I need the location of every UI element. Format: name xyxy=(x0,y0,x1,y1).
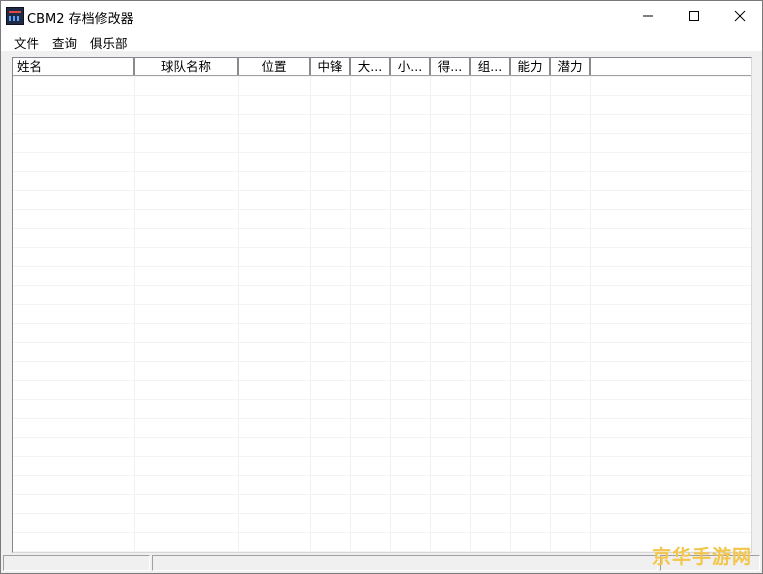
watermark-text: 京华手游网 xyxy=(652,546,753,568)
column-header-center[interactable]: 中锋 xyxy=(311,58,351,75)
status-bar xyxy=(1,553,762,573)
grid-row-line xyxy=(13,513,751,514)
grid-row-line xyxy=(13,247,751,248)
grid-row-line xyxy=(13,418,751,419)
close-icon xyxy=(734,10,746,22)
grid-column-line xyxy=(350,76,351,552)
column-header-ability[interactable]: 能力 xyxy=(511,58,551,75)
menu-query[interactable]: 查询 xyxy=(52,33,77,52)
grid-row-line xyxy=(13,304,751,305)
grid-row-line xyxy=(13,95,751,96)
grid-row-line xyxy=(13,494,751,495)
grid-row-line xyxy=(13,76,751,77)
grid-row-line xyxy=(13,551,751,552)
grid-row-line xyxy=(13,532,751,533)
app-icon[interactable] xyxy=(6,7,24,25)
minimize-icon xyxy=(643,15,653,17)
grid-column-line xyxy=(590,76,591,552)
grid-column-line xyxy=(238,76,239,552)
grid-column-line xyxy=(134,76,135,552)
grid-row-line xyxy=(13,399,751,400)
grid-row-line xyxy=(13,323,751,324)
main-window: CBM2 存档修改器 文件 查询 俱乐部 姓名 球队名称 位置 中锋 大... … xyxy=(0,0,763,574)
menu-bar: 文件 查询 俱乐部 xyxy=(1,31,762,51)
menu-club[interactable]: 俱乐部 xyxy=(90,33,128,52)
grid-row-line xyxy=(13,228,751,229)
grid-column-line xyxy=(470,76,471,552)
grid-row-line xyxy=(13,171,751,172)
grid-row-line xyxy=(13,152,751,153)
grid-row-line xyxy=(13,285,751,286)
list-header: 姓名 球队名称 位置 中锋 大... 小... 得... 组... 能力 潜力 xyxy=(13,58,751,76)
close-button[interactable] xyxy=(717,1,763,31)
column-header-playmaking[interactable]: 组... xyxy=(471,58,511,75)
grid-row-line xyxy=(13,456,751,457)
status-pane-1 xyxy=(3,555,150,571)
maximize-button[interactable] xyxy=(671,1,717,31)
grid-column-line xyxy=(430,76,431,552)
column-header-potential[interactable]: 潜力 xyxy=(551,58,591,75)
column-header-scoring[interactable]: 得... xyxy=(431,58,471,75)
status-pane-2 xyxy=(152,555,658,571)
grid-row-line xyxy=(13,133,751,134)
column-header-position[interactable]: 位置 xyxy=(239,58,311,75)
menu-file[interactable]: 文件 xyxy=(14,33,39,52)
column-header-small[interactable]: 小... xyxy=(391,58,431,75)
grid-row-line xyxy=(13,266,751,267)
grid-row-line xyxy=(13,190,751,191)
grid-column-line xyxy=(390,76,391,552)
grid-column-line xyxy=(310,76,311,552)
grid-row-line xyxy=(13,380,751,381)
grid-row-line xyxy=(13,437,751,438)
minimize-button[interactable] xyxy=(625,1,671,31)
grid-row-line xyxy=(13,342,751,343)
window-title: CBM2 存档修改器 xyxy=(27,12,134,27)
column-header-big[interactable]: 大... xyxy=(351,58,391,75)
maximize-icon xyxy=(689,11,699,21)
grid-row-line xyxy=(13,361,751,362)
column-header-team[interactable]: 球队名称 xyxy=(135,58,239,75)
title-bar[interactable]: CBM2 存档修改器 xyxy=(1,1,762,31)
grid-column-line xyxy=(550,76,551,552)
grid-row-line xyxy=(13,475,751,476)
grid-row-line xyxy=(13,209,751,210)
grid-column-line xyxy=(510,76,511,552)
player-list-view[interactable]: 姓名 球队名称 位置 中锋 大... 小... 得... 组... 能力 潜力 xyxy=(12,57,752,553)
column-header-name[interactable]: 姓名 xyxy=(13,58,135,75)
grid-row-line xyxy=(13,114,751,115)
